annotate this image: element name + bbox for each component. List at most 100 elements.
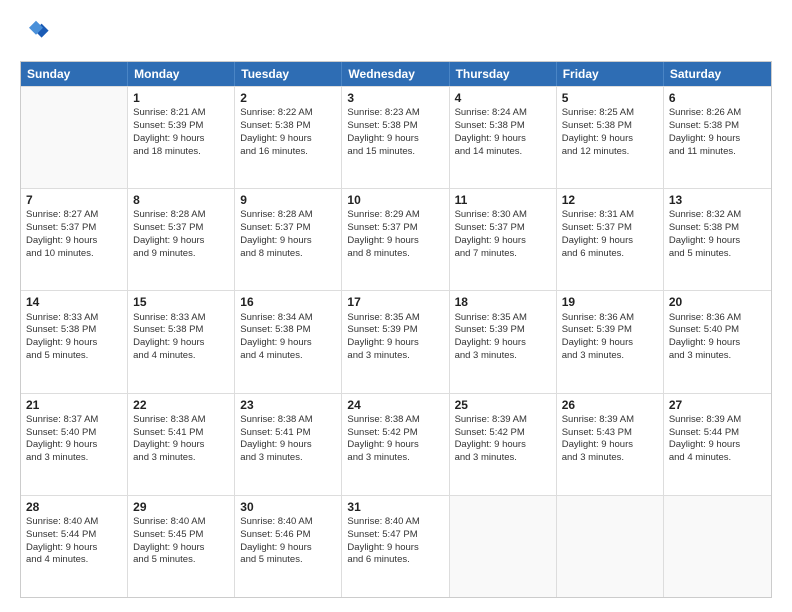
- day-info-line: Daylight: 9 hours: [26, 235, 122, 248]
- day-info-line: Daylight: 9 hours: [669, 133, 766, 146]
- day-info-line: Daylight: 9 hours: [26, 337, 122, 350]
- calendar-cell: 12Sunrise: 8:31 AMSunset: 5:37 PMDayligh…: [557, 189, 664, 290]
- day-info-line: and 5 minutes.: [133, 554, 229, 567]
- day-info-line: Sunrise: 8:39 AM: [669, 414, 766, 427]
- header-cell-sunday: Sunday: [21, 62, 128, 86]
- day-number: 7: [26, 192, 122, 208]
- day-info-line: Daylight: 9 hours: [455, 235, 551, 248]
- day-info-line: Sunset: 5:38 PM: [455, 120, 551, 133]
- calendar-cell: 30Sunrise: 8:40 AMSunset: 5:46 PMDayligh…: [235, 496, 342, 597]
- calendar-cell: [664, 496, 771, 597]
- day-info-line: and 10 minutes.: [26, 248, 122, 261]
- day-number: 27: [669, 397, 766, 413]
- calendar-cell: 23Sunrise: 8:38 AMSunset: 5:41 PMDayligh…: [235, 394, 342, 495]
- calendar-cell: 13Sunrise: 8:32 AMSunset: 5:38 PMDayligh…: [664, 189, 771, 290]
- calendar-cell: 3Sunrise: 8:23 AMSunset: 5:38 PMDaylight…: [342, 87, 449, 188]
- day-number: 26: [562, 397, 658, 413]
- day-info-line: Sunset: 5:39 PM: [562, 324, 658, 337]
- day-info-line: Sunrise: 8:40 AM: [26, 516, 122, 529]
- day-info-line: Sunset: 5:44 PM: [26, 529, 122, 542]
- day-info-line: and 3 minutes.: [562, 452, 658, 465]
- day-info-line: Sunrise: 8:39 AM: [455, 414, 551, 427]
- calendar-cell: [21, 87, 128, 188]
- day-info-line: and 3 minutes.: [347, 452, 443, 465]
- day-info-line: Sunrise: 8:40 AM: [347, 516, 443, 529]
- day-info-line: Sunset: 5:38 PM: [669, 120, 766, 133]
- day-info-line: Daylight: 9 hours: [669, 337, 766, 350]
- calendar-cell: 17Sunrise: 8:35 AMSunset: 5:39 PMDayligh…: [342, 291, 449, 392]
- day-info-line: and 3 minutes.: [240, 452, 336, 465]
- day-info-line: Sunset: 5:38 PM: [669, 222, 766, 235]
- day-info-line: Sunrise: 8:33 AM: [26, 312, 122, 325]
- day-info-line: Daylight: 9 hours: [26, 439, 122, 452]
- day-info-line: Sunrise: 8:32 AM: [669, 209, 766, 222]
- calendar-cell: 9Sunrise: 8:28 AMSunset: 5:37 PMDaylight…: [235, 189, 342, 290]
- day-info-line: and 3 minutes.: [669, 350, 766, 363]
- calendar-row-0: 1Sunrise: 8:21 AMSunset: 5:39 PMDaylight…: [21, 86, 771, 188]
- calendar-cell: [557, 496, 664, 597]
- day-info-line: and 14 minutes.: [455, 146, 551, 159]
- day-number: 25: [455, 397, 551, 413]
- day-info-line: Sunset: 5:42 PM: [455, 427, 551, 440]
- calendar-row-3: 21Sunrise: 8:37 AMSunset: 5:40 PMDayligh…: [21, 393, 771, 495]
- day-info-line: and 5 minutes.: [669, 248, 766, 261]
- calendar-cell: 18Sunrise: 8:35 AMSunset: 5:39 PMDayligh…: [450, 291, 557, 392]
- day-info-line: Daylight: 9 hours: [347, 542, 443, 555]
- day-info-line: Sunrise: 8:36 AM: [562, 312, 658, 325]
- logo-icon: [22, 18, 50, 46]
- day-info-line: and 3 minutes.: [455, 452, 551, 465]
- day-info-line: and 8 minutes.: [347, 248, 443, 261]
- day-number: 30: [240, 499, 336, 515]
- day-info-line: Daylight: 9 hours: [240, 337, 336, 350]
- calendar-cell: 21Sunrise: 8:37 AMSunset: 5:40 PMDayligh…: [21, 394, 128, 495]
- day-info-line: Sunset: 5:41 PM: [133, 427, 229, 440]
- day-number: 18: [455, 294, 551, 310]
- day-info-line: Daylight: 9 hours: [240, 439, 336, 452]
- day-info-line: Sunrise: 8:40 AM: [240, 516, 336, 529]
- day-info-line: Sunrise: 8:24 AM: [455, 107, 551, 120]
- day-info-line: Sunset: 5:39 PM: [133, 120, 229, 133]
- day-number: 2: [240, 90, 336, 106]
- day-info-line: Sunset: 5:44 PM: [669, 427, 766, 440]
- day-info-line: and 11 minutes.: [669, 146, 766, 159]
- day-info-line: Sunrise: 8:22 AM: [240, 107, 336, 120]
- day-info-line: and 4 minutes.: [26, 554, 122, 567]
- day-info-line: Sunset: 5:37 PM: [240, 222, 336, 235]
- day-info-line: Daylight: 9 hours: [240, 235, 336, 248]
- day-info-line: Daylight: 9 hours: [133, 133, 229, 146]
- calendar-cell: 6Sunrise: 8:26 AMSunset: 5:38 PMDaylight…: [664, 87, 771, 188]
- day-info-line: and 4 minutes.: [133, 350, 229, 363]
- day-info-line: Daylight: 9 hours: [240, 542, 336, 555]
- calendar-cell: 16Sunrise: 8:34 AMSunset: 5:38 PMDayligh…: [235, 291, 342, 392]
- day-number: 15: [133, 294, 229, 310]
- day-info-line: Daylight: 9 hours: [347, 337, 443, 350]
- day-info-line: Sunrise: 8:28 AM: [133, 209, 229, 222]
- calendar-cell: 28Sunrise: 8:40 AMSunset: 5:44 PMDayligh…: [21, 496, 128, 597]
- day-info-line: Sunrise: 8:21 AM: [133, 107, 229, 120]
- day-info-line: Sunrise: 8:27 AM: [26, 209, 122, 222]
- header-cell-saturday: Saturday: [664, 62, 771, 86]
- header-cell-tuesday: Tuesday: [235, 62, 342, 86]
- header-cell-thursday: Thursday: [450, 62, 557, 86]
- day-number: 11: [455, 192, 551, 208]
- day-info-line: and 7 minutes.: [455, 248, 551, 261]
- day-info-line: Sunset: 5:37 PM: [133, 222, 229, 235]
- day-info-line: Daylight: 9 hours: [347, 439, 443, 452]
- day-info-line: Sunrise: 8:39 AM: [562, 414, 658, 427]
- day-info-line: Sunset: 5:45 PM: [133, 529, 229, 542]
- calendar-cell: 20Sunrise: 8:36 AMSunset: 5:40 PMDayligh…: [664, 291, 771, 392]
- day-number: 28: [26, 499, 122, 515]
- day-info-line: Sunset: 5:38 PM: [347, 120, 443, 133]
- top-section: [20, 18, 772, 51]
- day-info-line: Sunset: 5:39 PM: [347, 324, 443, 337]
- day-info-line: Sunset: 5:41 PM: [240, 427, 336, 440]
- day-number: 21: [26, 397, 122, 413]
- calendar-cell: 8Sunrise: 8:28 AMSunset: 5:37 PMDaylight…: [128, 189, 235, 290]
- calendar-cell: 25Sunrise: 8:39 AMSunset: 5:42 PMDayligh…: [450, 394, 557, 495]
- calendar-cell: 1Sunrise: 8:21 AMSunset: 5:39 PMDaylight…: [128, 87, 235, 188]
- day-info-line: Sunset: 5:38 PM: [240, 324, 336, 337]
- day-info-line: Daylight: 9 hours: [26, 542, 122, 555]
- calendar-row-4: 28Sunrise: 8:40 AMSunset: 5:44 PMDayligh…: [21, 495, 771, 597]
- day-info-line: Daylight: 9 hours: [347, 235, 443, 248]
- calendar-cell: 19Sunrise: 8:36 AMSunset: 5:39 PMDayligh…: [557, 291, 664, 392]
